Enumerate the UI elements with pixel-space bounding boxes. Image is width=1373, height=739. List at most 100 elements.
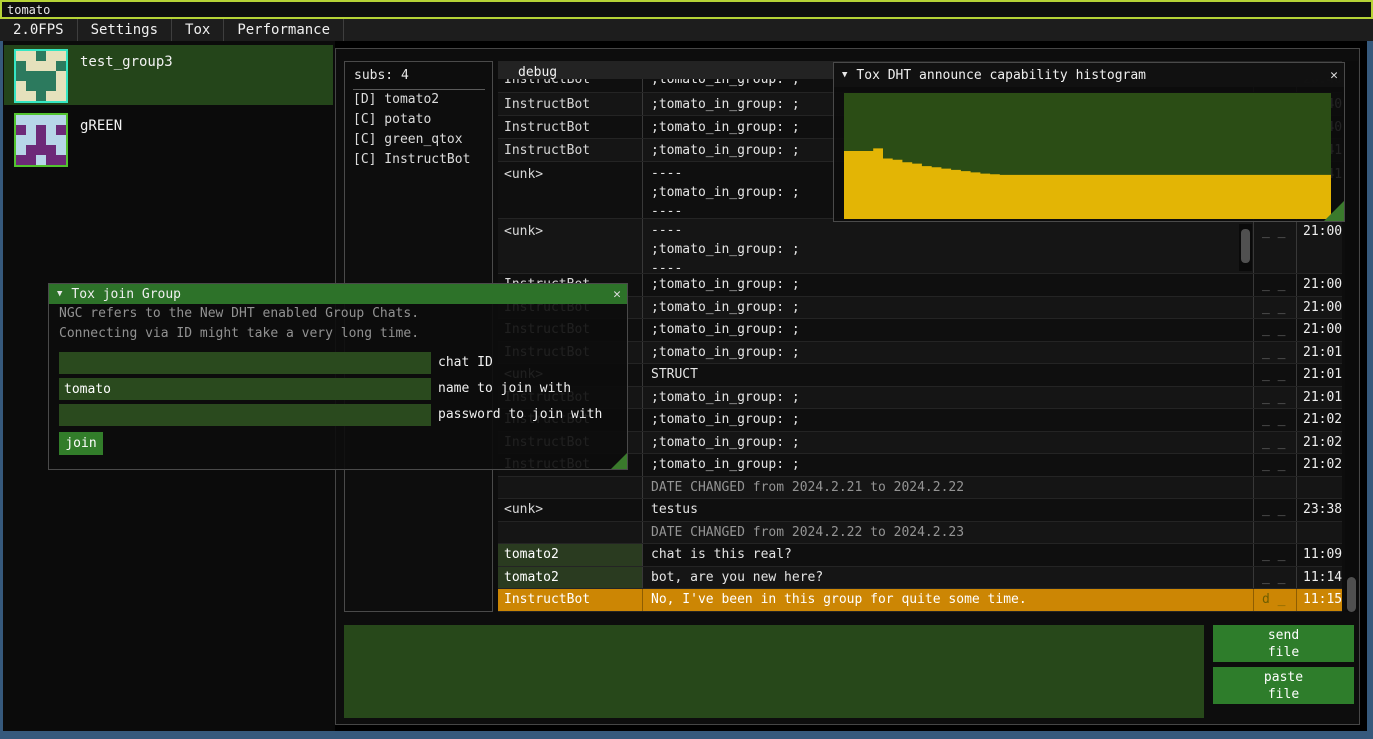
system-row: DATE CHANGED from 2024.2.22 to 2024.2.23 <box>498 522 1342 545</box>
message-row: InstructBotNo, I've been in this group f… <box>498 589 1342 612</box>
member-item[interactable]: [C] potato <box>345 110 492 130</box>
collapse-arrow-icon[interactable]: ▼ <box>834 70 856 80</box>
join-name-label: name to join with <box>431 378 571 400</box>
message-cell: ;tomato_in_group: ; <box>643 319 1254 341</box>
message-cell: ;tomato_in_group: ; <box>643 297 1254 319</box>
dht-histogram-title: Tox DHT announce capability histogram <box>856 68 1146 83</box>
receipt-marks: _ _ <box>1254 409 1297 431</box>
chat-id-label: chat ID <box>431 352 493 374</box>
message-input[interactable] <box>344 625 1204 718</box>
message-cell: ;tomato_in_group: ; <box>643 454 1254 476</box>
message-cell: ;tomato_in_group: ; <box>643 387 1254 409</box>
message-cell: No, I've been in this group for quite so… <box>643 589 1254 611</box>
join-group-window: ▼ Tox join Group ✕ NGC refers to the New… <box>48 283 628 470</box>
menu-item-performance[interactable]: Performance <box>224 19 343 41</box>
sidebar-group-test_group3[interactable]: test_group3 <box>4 45 333 105</box>
sender-cell <box>498 522 643 544</box>
sender-cell: InstructBot <box>498 93 643 115</box>
timestamp: 21:02 <box>1297 409 1342 431</box>
resize-grip[interactable] <box>611 453 627 469</box>
join-name-field[interactable] <box>59 378 431 400</box>
sender-cell: <unk> <box>498 499 643 521</box>
sender-cell: InstructBot <box>498 116 643 138</box>
menu-item-2.0fps[interactable]: 2.0FPS <box>0 19 77 41</box>
message-row: <unk>testus_ _23:38 <box>498 499 1342 522</box>
send-file-button[interactable]: send file <box>1213 625 1354 662</box>
receipt-marks: _ _ <box>1254 567 1297 589</box>
receipt-marks: _ _ <box>1254 432 1297 454</box>
menu-separator <box>343 19 344 41</box>
sender-cell: InstructBot <box>498 139 643 161</box>
dht-histogram-titlebar[interactable]: ▼ Tox DHT announce capability histogram … <box>834 63 1344 87</box>
message-cell-scrollbar-thumb[interactable] <box>1241 229 1250 263</box>
receipt-marks <box>1254 522 1297 544</box>
message-cell: ;tomato_in_group: ; <box>643 342 1254 364</box>
menu-item-tox[interactable]: Tox <box>172 19 223 41</box>
sidebar-group-gREEN[interactable]: gREEN <box>4 109 333 169</box>
message-row: <unk>----;tomato_in_group: ;----_ _21:00 <box>498 219 1342 274</box>
message-cell: ;tomato_in_group: ; <box>643 274 1254 296</box>
member-item[interactable]: [C] green_qtox <box>345 130 492 150</box>
timestamp: 21:01 <box>1297 342 1342 364</box>
receipt-marks: _ _ <box>1254 319 1297 341</box>
close-icon[interactable]: ✕ <box>1324 68 1344 83</box>
group-avatar <box>14 49 68 103</box>
timestamp <box>1297 522 1342 544</box>
window-border-right <box>1367 19 1373 731</box>
member-item[interactable]: [D] tomato2 <box>345 90 492 110</box>
window-border-bottom <box>0 731 1373 739</box>
timestamp: 21:02 <box>1297 454 1342 476</box>
timestamp: 21:02 <box>1297 432 1342 454</box>
timestamp: 21:01 <box>1297 364 1342 386</box>
close-icon[interactable]: ✕ <box>607 287 627 302</box>
sender-cell <box>498 477 643 499</box>
os-window-title: tomato <box>2 3 50 17</box>
system-row: DATE CHANGED from 2024.2.21 to 2024.2.22 <box>498 477 1342 500</box>
tab-debug[interactable]: debug <box>498 64 557 82</box>
receipt-marks: _ _ <box>1254 454 1297 476</box>
receipt-marks: _ _ <box>1254 499 1297 521</box>
join-password-field[interactable] <box>59 404 431 426</box>
receipt-marks: _ _ <box>1254 342 1297 364</box>
join-group-titlebar[interactable]: ▼ Tox join Group ✕ <box>49 284 627 304</box>
timestamp: 11:14 <box>1297 567 1342 589</box>
timestamp: 11:15 <box>1297 589 1342 611</box>
group-name: test_group3 <box>80 54 173 105</box>
timestamp: 23:38 <box>1297 499 1342 521</box>
timestamp: 21:00 <box>1297 297 1342 319</box>
sender-cell: <unk> <box>498 219 643 273</box>
timestamp: 21:00 <box>1297 274 1342 296</box>
chat-scrollbar-thumb[interactable] <box>1347 577 1356 612</box>
timestamp: 21:01 <box>1297 387 1342 409</box>
sender-cell: tomato2 <box>498 567 643 589</box>
chat-scrollbar[interactable] <box>1345 61 1358 612</box>
timestamp: 11:09 <box>1297 544 1342 566</box>
timestamp <box>1297 477 1342 499</box>
message-cell: STRUCT <box>643 364 1254 386</box>
join-button[interactable]: join <box>59 432 103 455</box>
join-group-title: Tox join Group <box>71 287 181 302</box>
join-info-line: NGC refers to the New DHT enabled Group … <box>49 304 627 324</box>
resize-grip[interactable] <box>1324 201 1344 221</box>
message-row: tomato2bot, are you new here?_ _11:14 <box>498 567 1342 590</box>
message-row: tomato2chat is this real?_ _11:09 <box>498 544 1342 567</box>
receipt-marks: d _ <box>1254 589 1297 611</box>
chat-id-field[interactable] <box>59 352 431 374</box>
menu-bar: 2.0FPSSettingsToxPerformance <box>0 19 1373 41</box>
sender-cell: tomato2 <box>498 544 643 566</box>
message-cell: bot, are you new here? <box>643 567 1254 589</box>
os-titlebar[interactable]: tomato <box>0 0 1373 19</box>
receipt-marks: _ _ <box>1254 297 1297 319</box>
member-item[interactable]: [C] InstructBot <box>345 150 492 170</box>
menu-item-settings[interactable]: Settings <box>78 19 171 41</box>
join-password-label: password to join with <box>431 404 602 426</box>
histogram-plot <box>844 93 1331 219</box>
paste-file-button[interactable]: paste file <box>1213 667 1354 704</box>
receipt-marks: _ _ <box>1254 274 1297 296</box>
message-cell-scrollbar[interactable] <box>1239 224 1252 271</box>
receipt-marks: _ _ <box>1254 364 1297 386</box>
sender-cell: <unk> <box>498 162 643 218</box>
collapse-arrow-icon[interactable]: ▼ <box>49 289 71 299</box>
message-cell: ----;tomato_in_group: ;---- <box>643 219 1254 273</box>
timestamp: 21:00 <box>1297 219 1342 273</box>
